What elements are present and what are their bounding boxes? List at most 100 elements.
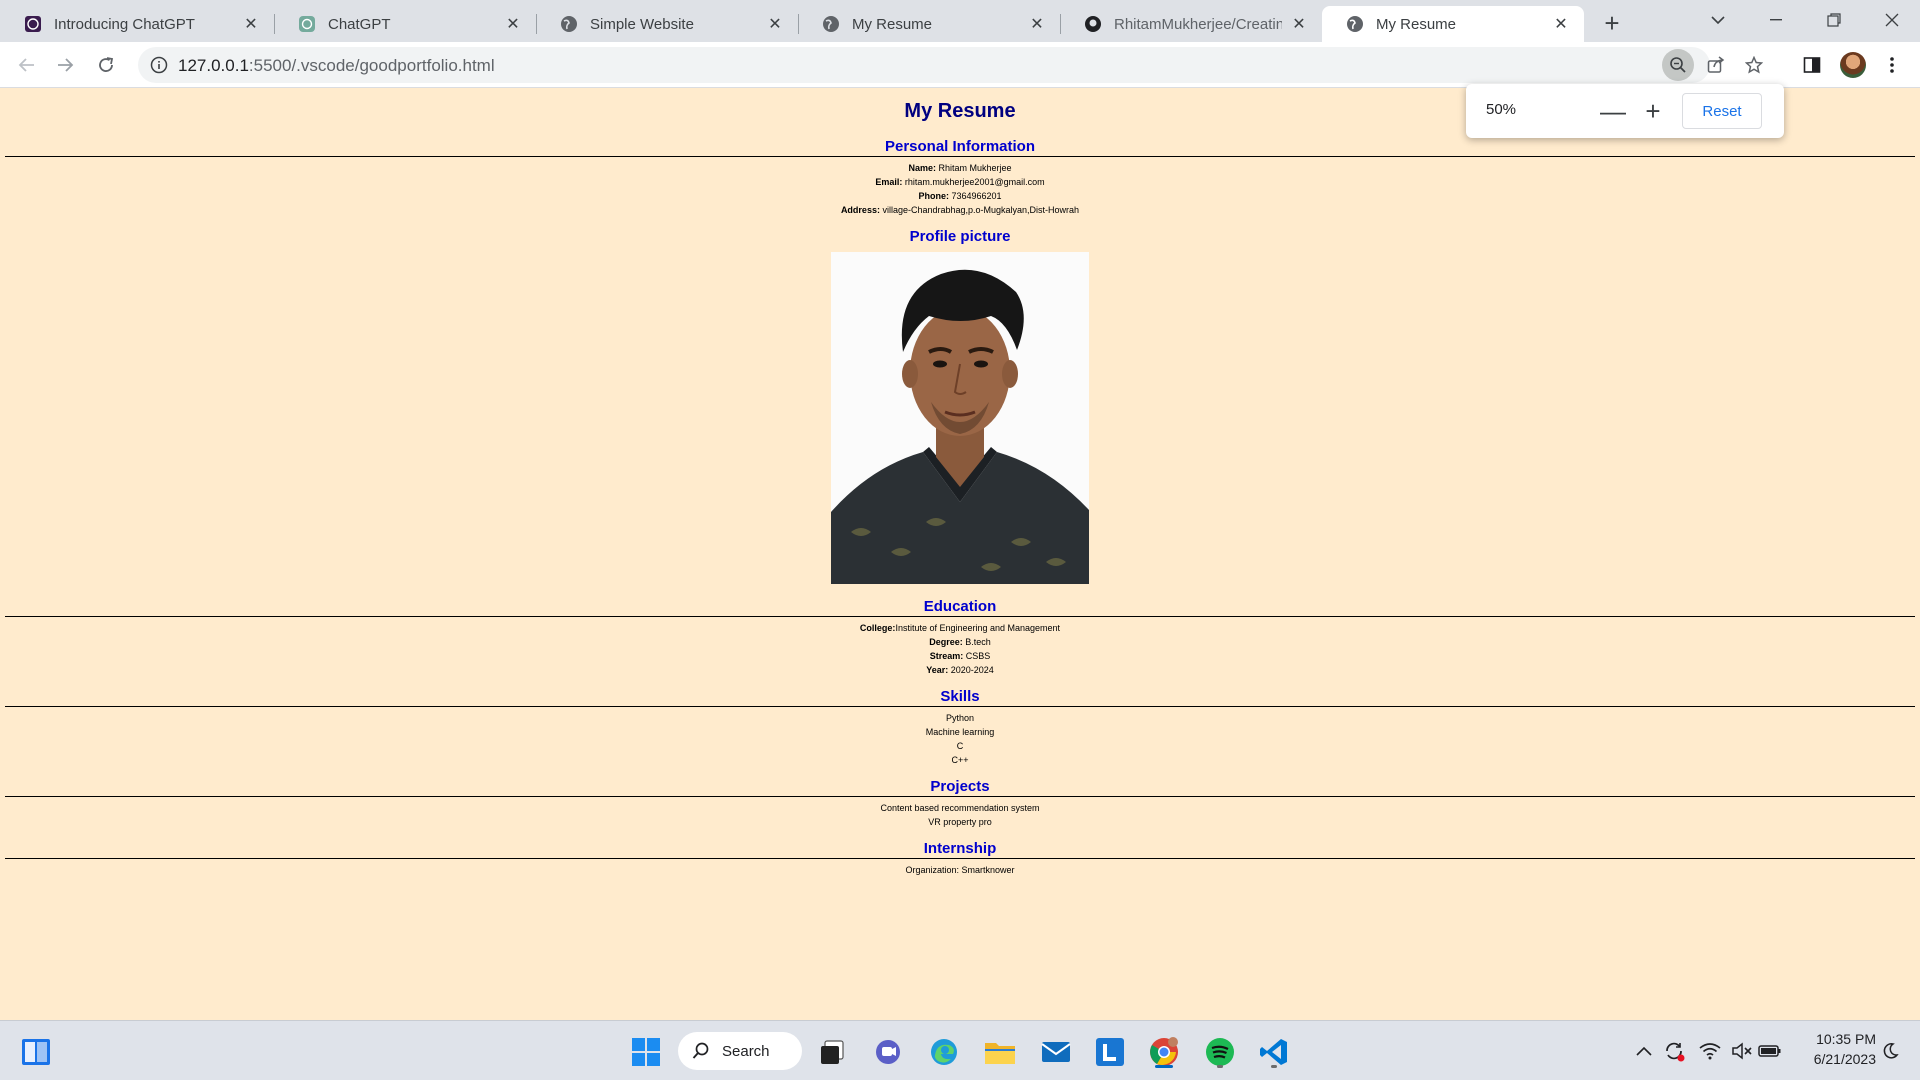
tab-title: My Resume: [1376, 15, 1457, 33]
focus-moon-icon[interactable]: [1878, 1039, 1902, 1063]
widgets-icon[interactable]: [16, 1032, 56, 1072]
tab-title: Introducing ChatGPT: [54, 15, 195, 33]
sync-icon[interactable]: [1662, 1039, 1686, 1063]
new-tab-button[interactable]: +: [1598, 10, 1626, 38]
edge-icon[interactable]: [924, 1032, 964, 1072]
close-tab-icon[interactable]: ✕: [1028, 15, 1046, 33]
running-indicator: [1217, 1065, 1223, 1068]
taskbar-search[interactable]: Search: [678, 1032, 802, 1070]
close-tab-icon[interactable]: ✕: [766, 15, 784, 33]
url-path: :5500/.vscode/goodportfolio.html: [248, 56, 495, 75]
name-value: Rhitam Mukherjee: [935, 163, 1012, 173]
skill-item: Python: [945, 713, 975, 723]
close-tab-icon[interactable]: ✕: [1290, 15, 1308, 33]
tab-introducing-chatgpt[interactable]: Introducing ChatGPT ✕: [0, 6, 274, 42]
year-line: Year: 2020-2024: [0, 665, 1920, 675]
browser-toolbar: 127.0.0.1:5500/.vscode/goodportfolio.htm…: [0, 42, 1920, 88]
zoom-popup: 50% — + Reset: [1466, 84, 1784, 138]
section-heading-education: Education: [923, 598, 997, 615]
divider: [5, 858, 1915, 859]
phone-value: 7364966201: [948, 191, 1002, 201]
close-window-button[interactable]: [1864, 0, 1920, 40]
divider: [5, 706, 1915, 707]
url-host: 127.0.0.1: [178, 56, 249, 75]
mail-icon[interactable]: [1036, 1032, 1076, 1072]
college-label: College:: [859, 623, 896, 633]
url-text: 127.0.0.1:5500/.vscode/goodportfolio.htm…: [178, 56, 495, 76]
section-heading-skills: Skills: [940, 688, 980, 705]
close-tab-icon[interactable]: ✕: [242, 15, 260, 33]
vscode-icon[interactable]: [1254, 1032, 1294, 1072]
tab-chatgpt[interactable]: ChatGPT ✕: [274, 6, 536, 42]
degree-label: Degree:: [929, 637, 963, 647]
clock-date: 6/21/2023: [1813, 1051, 1876, 1067]
tab-github-repo[interactable]: RhitamMukherjee/Creating ✕: [1060, 6, 1322, 42]
tab-my-resume-active[interactable]: My Resume ✕: [1322, 6, 1584, 42]
zoom-out-button[interactable]: —: [1598, 96, 1628, 126]
email-value: rhitam.mukherjee2001@gmail.com: [902, 177, 1045, 187]
address-bar[interactable]: 127.0.0.1:5500/.vscode/goodportfolio.htm…: [138, 47, 1763, 83]
skill-item: Machine learning: [925, 727, 995, 737]
divider: [5, 616, 1915, 617]
running-indicator: [1271, 1065, 1277, 1068]
section-heading-profile-picture: Profile picture: [909, 228, 1011, 245]
close-tab-icon[interactable]: ✕: [504, 15, 522, 33]
system-clock[interactable]: 10:35 PM 6/21/2023: [1796, 1029, 1876, 1069]
college-value: Institute of Engineering and Management: [895, 623, 1061, 633]
volume-muted-icon[interactable]: [1730, 1039, 1754, 1063]
restore-button[interactable]: [1806, 0, 1862, 40]
teams-chat-icon[interactable]: [868, 1032, 908, 1072]
reload-button[interactable]: [90, 49, 122, 81]
bookmark-star-icon[interactable]: [1738, 49, 1770, 81]
side-panel-icon[interactable]: [1796, 49, 1828, 81]
menu-kebab-icon[interactable]: [1876, 49, 1908, 81]
site-info-icon[interactable]: [150, 56, 168, 74]
project-item: VR property pro: [928, 817, 992, 827]
search-label: Search: [722, 1042, 770, 1060]
battery-icon[interactable]: [1758, 1039, 1782, 1063]
phone-line: Phone: 7364966201: [0, 191, 1920, 201]
year-label: Year:: [926, 665, 949, 675]
skill-item: C: [956, 741, 964, 751]
taskbar: Search 10:35 PM 6/21/2023: [0, 1020, 1920, 1080]
openai-icon: [24, 15, 42, 33]
section-heading-projects: Projects: [930, 778, 990, 795]
github-icon: [1084, 15, 1102, 33]
internship-organization: Organization: Smartknower: [905, 865, 1015, 875]
show-hidden-icons-chevron-icon[interactable]: [1632, 1039, 1656, 1063]
windows-start-icon[interactable]: [626, 1032, 666, 1072]
tab-strip: Introducing ChatGPT ✕ ChatGPT ✕ Simple W…: [0, 0, 1920, 42]
divider: [5, 796, 1915, 797]
college-line: College:Institute of Engineering and Man…: [0, 623, 1920, 633]
file-explorer-icon[interactable]: [980, 1032, 1020, 1072]
globe-icon: [1346, 15, 1364, 33]
tab-my-resume[interactable]: My Resume ✕: [798, 6, 1060, 42]
globe-icon: [822, 15, 840, 33]
close-tab-icon[interactable]: ✕: [1552, 15, 1570, 33]
task-view-icon[interactable]: [812, 1032, 852, 1072]
app-l-icon[interactable]: [1090, 1032, 1130, 1072]
tab-search-chevron-icon[interactable]: [1690, 0, 1746, 40]
search-icon: [692, 1042, 710, 1064]
section-heading-personal: Personal Information: [884, 138, 1036, 155]
clock-time: 10:35 PM: [1816, 1031, 1876, 1047]
share-icon[interactable]: [1700, 49, 1732, 81]
globe-icon: [560, 15, 578, 33]
tab-title: RhitamMukherjee/Creating: [1114, 15, 1282, 33]
project-item: Content based recommendation system: [880, 803, 1040, 813]
back-button[interactable]: [10, 49, 42, 81]
chrome-icon[interactable]: [1144, 1032, 1184, 1072]
email-line: Email: rhitam.mukherjee2001@gmail.com: [0, 177, 1920, 187]
wifi-icon[interactable]: [1698, 1039, 1722, 1063]
profile-avatar[interactable]: [1837, 49, 1869, 81]
resume-page: My Resume Personal Information Name: Rhi…: [0, 88, 1920, 1020]
forward-button[interactable]: [50, 49, 82, 81]
avatar: [1840, 52, 1866, 78]
zoom-reset-button[interactable]: Reset: [1682, 93, 1762, 129]
tab-simple-website[interactable]: Simple Website ✕: [536, 6, 798, 42]
minimize-button[interactable]: [1748, 0, 1804, 40]
zoom-in-button[interactable]: +: [1638, 96, 1668, 126]
name-label: Name:: [908, 163, 936, 173]
spotify-icon[interactable]: [1200, 1032, 1240, 1072]
zoom-icon[interactable]: [1662, 49, 1694, 81]
